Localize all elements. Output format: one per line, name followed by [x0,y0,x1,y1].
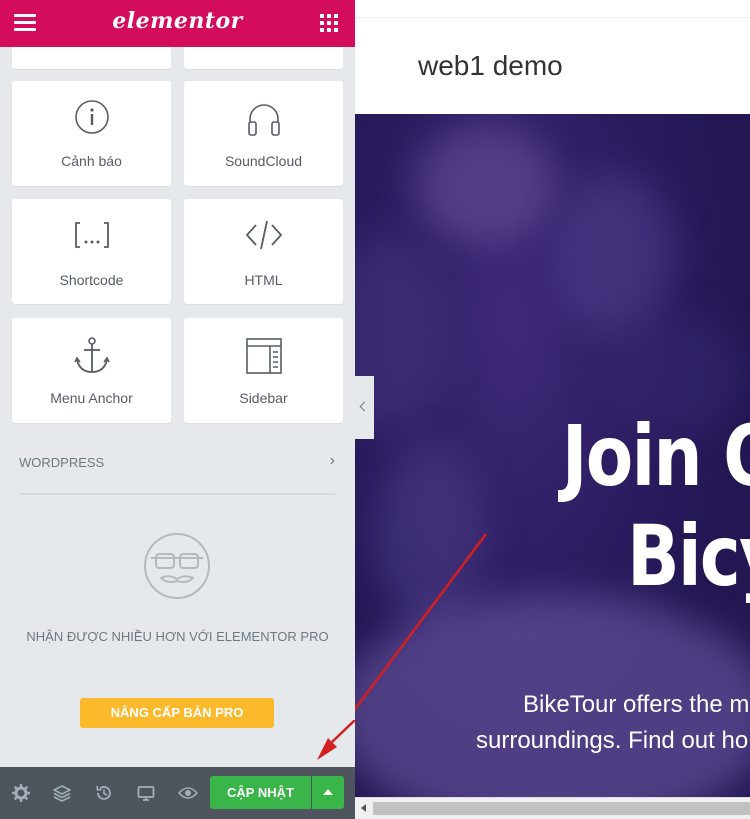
scrollbar-thumb[interactable] [373,802,750,815]
red-arrowhead-icon [317,720,356,760]
elementor-logo: elementor [112,8,243,34]
widget-label: SoundCloud [224,153,303,169]
section-label: WORDPRESS [19,455,105,470]
history-icon[interactable] [92,781,116,805]
alert-info-icon [12,99,171,139]
update-options-chevron-up-icon[interactable] [312,776,344,809]
update-button[interactable]: CẬP NHẬT [210,776,311,809]
anchor-icon [12,336,171,376]
editor-panel: elementor Cảnh báo SoundCloud Shortcode … [0,0,355,819]
widget-alert[interactable]: Cảnh báo [12,81,171,186]
upgrade-pro-button[interactable]: NÂNG CẤP BẢN PRO [80,698,274,728]
widget-label: HTML [244,272,283,288]
chevron-right-icon: › [329,452,335,469]
widgets-grid-icon[interactable] [320,14,338,32]
panel-header: elementor [0,0,355,47]
nerd-face-icon [143,532,211,605]
widget-label: Shortcode [59,272,124,288]
shortcode-icon [12,217,171,257]
widget-sidebar[interactable]: Sidebar [184,318,343,423]
widget-html[interactable]: HTML [184,199,343,304]
widget-tile-partial[interactable] [12,47,171,69]
scroll-left-icon[interactable] [361,804,366,812]
preview-eye-icon[interactable] [176,781,200,805]
widget-label: Cảnh báo [61,153,122,169]
red-arrow-annotation [355,533,488,712]
page-preview: web1 demo Join O Bicy BikeTour offers th… [355,0,750,819]
widget-label: Menu Anchor [50,390,133,406]
layers-icon[interactable] [50,781,74,805]
wordpress-section-toggle[interactable]: WORDPRESS › [19,452,335,470]
widget-tile-partial[interactable] [184,47,343,69]
panel-footer: CẬP NHẬT [0,767,355,819]
settings-icon[interactable] [9,781,33,805]
responsive-desktop-icon[interactable] [134,781,158,805]
widget-menu-anchor[interactable]: Menu Anchor [12,318,171,423]
code-icon [184,217,343,257]
widget-soundcloud[interactable]: SoundCloud [184,81,343,186]
promo-text: NHẬN ĐƯỢC NHIỀU HƠN VỚI ELEMENTOR PRO [26,629,329,644]
sidebar-layout-icon [184,336,343,376]
widget-label: Sidebar [239,390,288,406]
headphones-icon [184,99,343,139]
horizontal-scrollbar[interactable] [355,797,750,819]
collapse-panel-button[interactable] [355,376,374,439]
widget-shortcode[interactable]: Shortcode [12,199,171,304]
divider [19,493,335,495]
